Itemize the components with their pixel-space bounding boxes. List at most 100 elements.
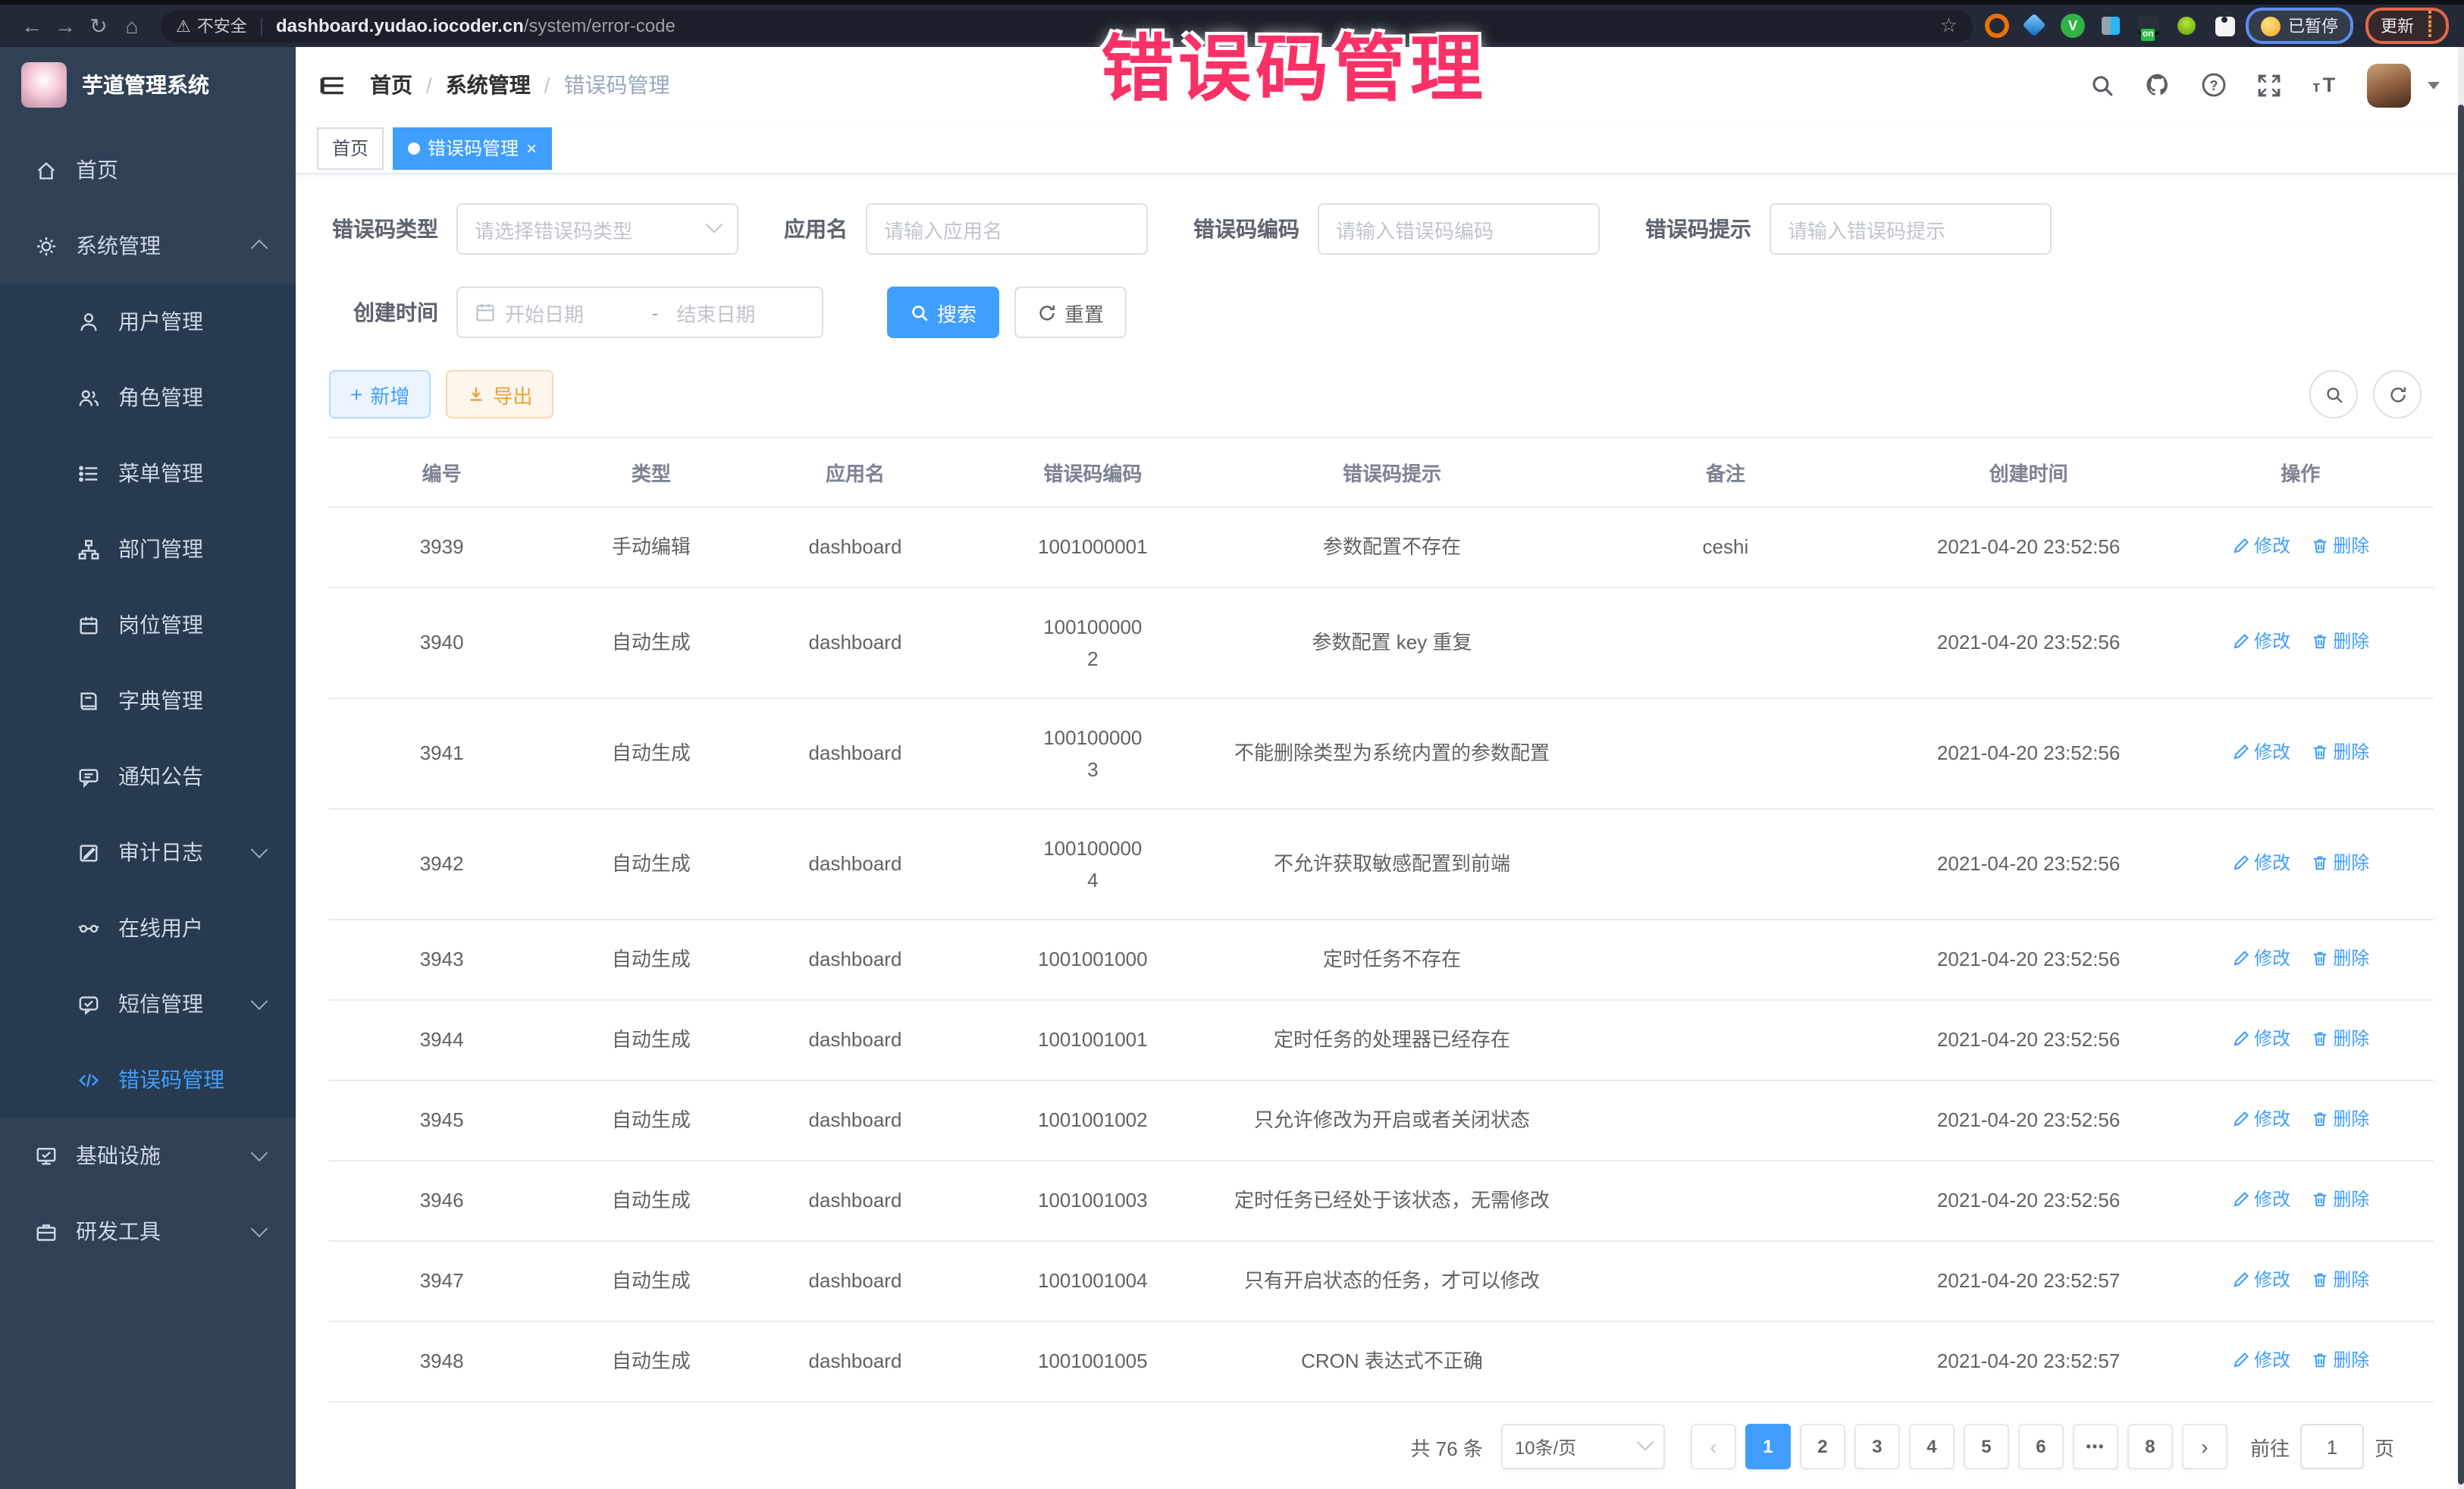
tag-错误码管理[interactable]: 错误码管理×	[393, 127, 552, 169]
scrollbar-thumb[interactable]	[2458, 105, 2464, 1484]
delete-link[interactable]: 删除	[2310, 1104, 2369, 1134]
sidebar-item-首页[interactable]: 首页	[0, 132, 296, 208]
delete-link[interactable]: 删除	[2310, 1265, 2369, 1295]
edit-link[interactable]: 修改	[2231, 1265, 2290, 1295]
delete-link[interactable]: 删除	[2310, 943, 2369, 973]
browser-home-icon[interactable]: ⌂	[115, 5, 149, 47]
hamburger-icon[interactable]	[320, 72, 346, 98]
sidebar-item-菜单管理[interactable]: 菜单管理	[0, 435, 296, 511]
edit-link[interactable]: 修改	[2231, 1184, 2290, 1215]
date-end-placeholder[interactable]: 结束日期	[676, 298, 805, 327]
browser-menu-icon[interactable]: ⋮⋮	[2422, 12, 2434, 39]
address-bar[interactable]: ⚠不安全 | dashboard.yudao.iocoder.cn /syste…	[161, 10, 1973, 42]
reload-icon[interactable]: ↻	[82, 5, 115, 47]
forward-icon[interactable]: →	[49, 5, 82, 47]
extension-icon-orange[interactable]	[1985, 14, 2009, 38]
delete-link[interactable]: 删除	[2310, 1345, 2369, 1375]
date-range-picker[interactable]: 开始日期 - 结束日期	[456, 287, 823, 338]
page-button-8[interactable]: 8	[2127, 1424, 2173, 1469]
sidebar-item-基础设施[interactable]: 基础设施	[0, 1118, 296, 1193]
extensions-puzzle-icon[interactable]	[2212, 14, 2237, 38]
breadcrumb-home[interactable]: 首页	[370, 70, 412, 100]
page-button-3[interactable]: 3	[1854, 1424, 1900, 1469]
close-icon[interactable]: ×	[526, 139, 537, 157]
page-button-4[interactable]: 4	[1909, 1424, 1955, 1469]
extension-icon-key[interactable]	[2174, 14, 2199, 38]
page-button-2[interactable]: 2	[1800, 1424, 1845, 1469]
search-icon[interactable]	[2089, 72, 2115, 98]
extension-icon-gem[interactable]	[2023, 14, 2047, 38]
error-code-value: 1001000004	[1039, 832, 1146, 896]
sidebar-item-通知公告[interactable]: 通知公告	[0, 738, 296, 814]
sidebar-item-角色管理[interactable]: 角色管理	[0, 359, 296, 435]
font-size-icon[interactable]: тT	[2311, 71, 2338, 99]
toggle-search-button[interactable]	[2309, 370, 2358, 418]
fullscreen-icon[interactable]	[2256, 72, 2282, 98]
filter-input-错误码提示[interactable]: 请输入错误码提示	[1770, 203, 2052, 255]
page-button-5[interactable]: 5	[1964, 1424, 2009, 1469]
edit-link[interactable]: 修改	[2231, 1104, 2290, 1134]
tag-首页[interactable]: 首页	[317, 127, 384, 169]
back-icon[interactable]: ←	[15, 5, 49, 47]
sidebar-item-岗位管理[interactable]: 岗位管理	[0, 587, 296, 663]
app-logo-row[interactable]: 芋道管理系统	[0, 47, 296, 123]
reset-button[interactable]: 重置	[1014, 287, 1127, 338]
cell-app: dashboard	[748, 1080, 962, 1161]
search-button[interactable]: 搜索	[887, 287, 999, 338]
sidebar-item-研发工具[interactable]: 研发工具	[0, 1193, 296, 1269]
edit-link[interactable]: 修改	[2231, 1023, 2290, 1054]
filter-input-错误码编码[interactable]: 请输入错误码编码	[1318, 203, 1600, 255]
goto-page-input[interactable]: 1	[2300, 1424, 2364, 1469]
filter-input-应用名[interactable]: 请输入应用名	[866, 203, 1148, 255]
github-icon[interactable]	[2144, 71, 2171, 99]
sidebar-item-审计日志[interactable]: 审计日志	[0, 814, 296, 890]
export-button[interactable]: 导出	[446, 370, 553, 418]
bookmark-star-icon[interactable]: ☆	[1940, 14, 1958, 38]
breadcrumb-system[interactable]: 系统管理	[446, 70, 531, 100]
delete-link[interactable]: 删除	[2310, 1184, 2369, 1215]
edit-link[interactable]: 修改	[2231, 848, 2290, 878]
help-icon[interactable]: ?	[2200, 71, 2227, 99]
page-size-select[interactable]: 10条/页	[1501, 1424, 1665, 1469]
page-button-1[interactable]: 1	[1745, 1424, 1791, 1469]
refresh-button[interactable]	[2373, 370, 2422, 418]
extension-icon-grid[interactable]	[2099, 14, 2123, 38]
sidebar-item-短信管理[interactable]: 短信管理	[0, 966, 296, 1042]
table-row: 3943自动生成dashboard1001001000定时任务不存在2021-0…	[329, 920, 2434, 1000]
sidebar-item-部门管理[interactable]: 部门管理	[0, 511, 296, 587]
date-start-placeholder[interactable]: 开始日期	[505, 298, 634, 327]
vue-devtools-icon[interactable]: V	[2061, 14, 2085, 38]
delete-link[interactable]: 删除	[2310, 626, 2369, 657]
placeholder-text: 请输入错误码编码	[1336, 215, 1582, 243]
edit-link[interactable]: 修改	[2231, 531, 2290, 561]
edit-link[interactable]: 修改	[2231, 1345, 2290, 1375]
sidebar-item-错误码管理[interactable]: 错误码管理	[0, 1042, 296, 1118]
delete-link[interactable]: 删除	[2310, 1023, 2369, 1054]
page-button-6[interactable]: 6	[2018, 1424, 2064, 1469]
next-page-button[interactable]: ›	[2182, 1424, 2227, 1469]
edit-link[interactable]: 修改	[2231, 626, 2290, 657]
filter-select-错误码类型[interactable]: 请选择错误码类型	[456, 203, 738, 255]
delete-link[interactable]: 删除	[2310, 737, 2369, 767]
more-pages-button[interactable]: •••	[2073, 1424, 2118, 1469]
sidebar-item-在线用户[interactable]: 在线用户	[0, 890, 296, 966]
sidebar-item-字典管理[interactable]: 字典管理	[0, 663, 296, 738]
announcement-icon	[76, 764, 100, 788]
update-button[interactable]: 更新 ⋮⋮	[2365, 8, 2449, 44]
add-button[interactable]: + 新增	[329, 370, 431, 418]
page-scrollbar[interactable]	[2458, 47, 2464, 1489]
user-avatar[interactable]	[2367, 63, 2411, 107]
delete-link[interactable]: 删除	[2310, 848, 2369, 878]
prev-page-button[interactable]: ‹	[1691, 1424, 1736, 1469]
edit-link[interactable]: 修改	[2231, 737, 2290, 767]
sidebar-item-系统管理[interactable]: 系统管理	[0, 208, 296, 284]
delete-link[interactable]: 删除	[2310, 531, 2369, 561]
avatar-dropdown-caret-icon[interactable]	[2428, 81, 2440, 89]
edit-link[interactable]: 修改	[2231, 943, 2290, 973]
profile-chip[interactable]: 已暂停	[2246, 8, 2353, 44]
filter-label: 错误码编码	[1193, 214, 1299, 244]
cell-code: 1001000001	[963, 507, 1223, 588]
sidebar-item-用户管理[interactable]: 用户管理	[0, 284, 296, 359]
extension-icon-switch[interactable]: on	[2136, 14, 2161, 38]
security-warning-icon[interactable]: ⚠不安全	[176, 14, 247, 38]
